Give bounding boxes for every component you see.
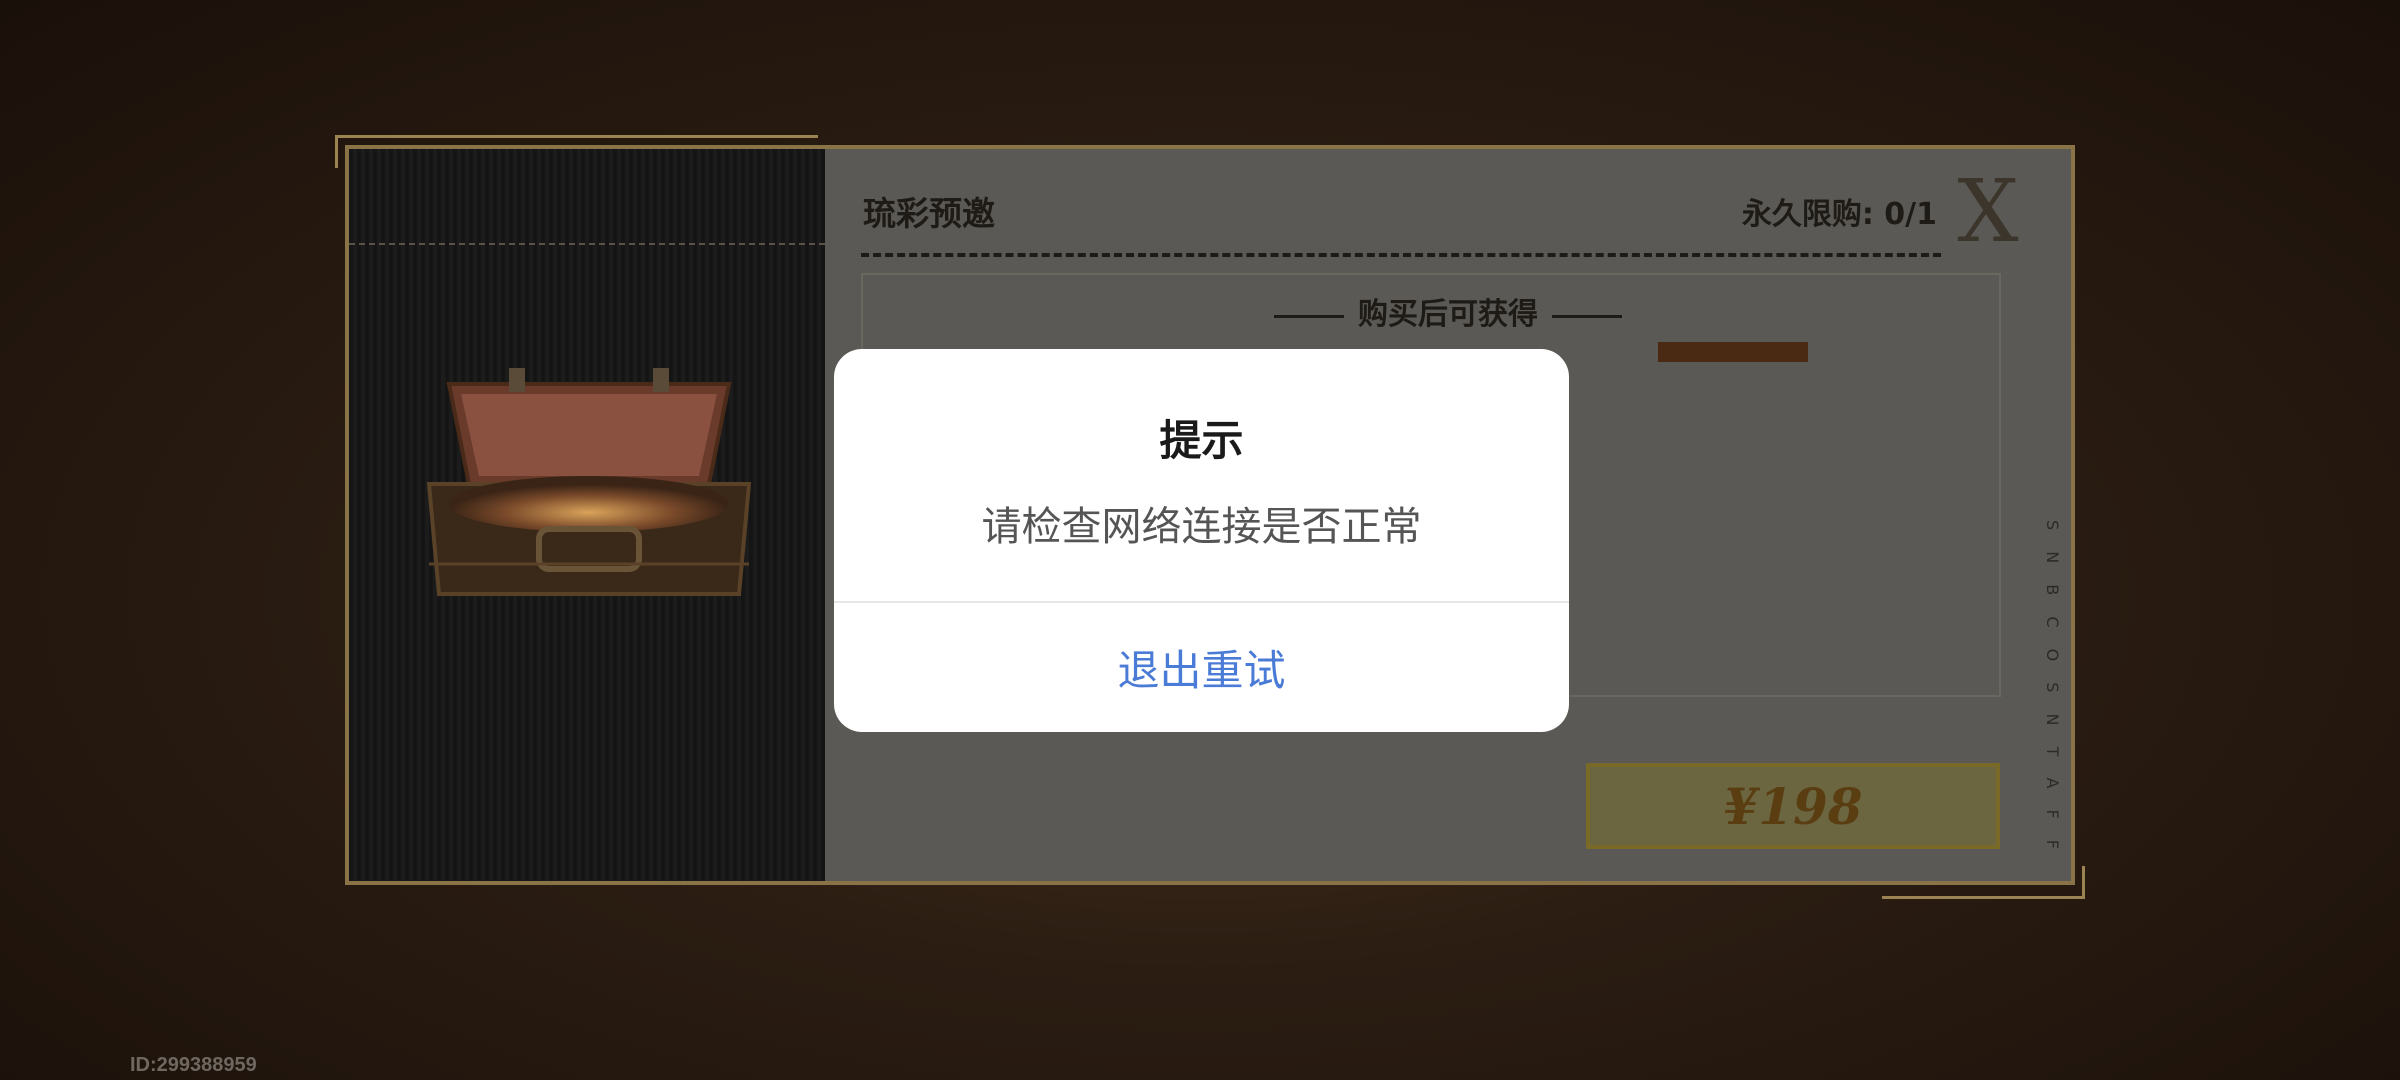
exit-retry-button[interactable]: 退出重试 — [834, 603, 1569, 732]
alert-dialog: 提示 请检查网络连接是否正常 退出重试 — [834, 349, 1569, 732]
dialog-message: 请检查网络连接是否正常 — [981, 504, 1422, 550]
dialog-title: 提示 — [1159, 416, 1244, 465]
